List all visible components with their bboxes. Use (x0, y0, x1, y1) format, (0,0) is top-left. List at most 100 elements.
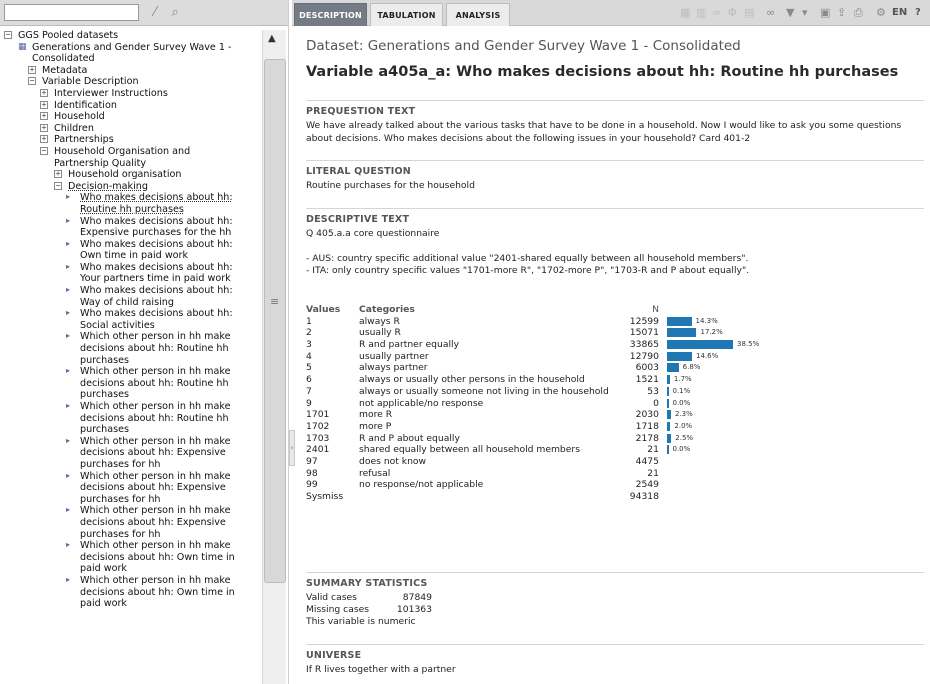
tree-node-variable-description[interactable]: − Variable Description (28, 76, 262, 88)
tab-description[interactable]: DESCRIPTION (294, 3, 367, 26)
tree-variable-item[interactable]: ▸ Which other person in hh make decisions… (66, 540, 246, 575)
tree-node-group[interactable]: + Identification (40, 100, 262, 112)
percent-label: 38.5% (737, 340, 760, 349)
value-code: 4 (306, 350, 312, 362)
expand-icon[interactable]: + (40, 112, 48, 121)
tab-bar: DESCRIPTION TABULATION ANALYSIS ▦ ▥ ∞ Φ … (292, 0, 930, 26)
tree-node-dataset[interactable]: ▦ Generations and Gender Survey Wave 1 -… (18, 42, 262, 65)
tree-variable-item[interactable]: ▸ Which other person in hh make decisions… (66, 505, 246, 540)
search-input[interactable] (4, 4, 139, 21)
variable-icon: ▸ (66, 505, 71, 515)
tree-variable-item[interactable]: ▸ Who makes decisions about hh: Social ac… (66, 308, 251, 331)
clear-search-icon[interactable]: ⁄ (147, 5, 163, 21)
pane-splitter[interactable]: ‹ (289, 430, 295, 466)
tree-variable-item[interactable]: ▸ Which other person in hh make decisions… (66, 436, 246, 471)
category-label: not applicable/no response (359, 397, 484, 409)
value-code: 2 (306, 327, 312, 339)
tree-node-group[interactable]: + Partnerships (40, 134, 262, 146)
variable-icon: ▸ (66, 401, 71, 410)
scrollbar-thumb[interactable] (264, 59, 286, 583)
dataset-title: Dataset: Generations and Gender Survey W… (306, 38, 741, 54)
frequency-count: 15071 (629, 327, 659, 339)
literal-question-section: LITERAL QUESTION Routine purchases for t… (306, 160, 924, 193)
category-label: no response/not applicable (359, 479, 484, 491)
grid-icon[interactable]: ▦ (680, 5, 690, 21)
tree-variable-item[interactable]: ▸ Who makes decisions about hh: Expensive… (66, 216, 251, 239)
binoculars-icon[interactable]: ∞ (766, 5, 775, 21)
help-button[interactable]: ? (915, 5, 921, 21)
category-label: more P (359, 420, 392, 432)
table-row: 98 refusal 21 (306, 468, 726, 480)
weight-icon[interactable]: Φ (728, 5, 737, 21)
link-icon[interactable]: ∞ (712, 5, 721, 21)
tree-variable-item[interactable]: ▸ Which other person in hh make decisions… (66, 366, 246, 401)
tree-variable-item[interactable]: ▸ Which other person in hh make decisions… (66, 401, 246, 436)
tree-variable-item[interactable]: ▸ Which other person in hh make decisions… (66, 471, 246, 506)
tree-variable-item[interactable]: ▸ Who makes decisions about hh: Way of ch… (66, 285, 251, 308)
tree-node-root[interactable]: − GGS Pooled datasets (4, 30, 262, 42)
section-heading: SUMMARY STATISTICS (306, 578, 428, 589)
frequency-count: 1718 (635, 420, 659, 432)
stat-row: Valid cases 87849 (306, 592, 432, 603)
tree-node-metadata[interactable]: + Metadata (28, 65, 262, 77)
variable-icon: ▸ (66, 192, 71, 202)
search-icon[interactable]: ⌕ (167, 5, 183, 21)
tree-variable-item[interactable]: ▸ Who makes decisions about hh: Routine h… (66, 192, 251, 215)
collapse-icon[interactable]: − (40, 146, 48, 155)
variable-icon: ▸ (66, 540, 71, 550)
category-label: shared equally between all household mem… (359, 444, 580, 456)
value-code: 3 (306, 339, 312, 351)
tree-node-group[interactable]: + Interviewer Instructions (40, 88, 262, 100)
language-selector[interactable]: EN (892, 5, 907, 21)
expand-icon[interactable]: + (28, 65, 36, 74)
tree-node-hh-organisation[interactable]: − Household Organisation and Partnership … (40, 146, 240, 169)
category-label: does not know (359, 455, 427, 467)
expand-icon[interactable]: + (40, 88, 48, 97)
frequency-count: 12790 (629, 350, 659, 362)
tree-variable-item[interactable]: ▸ Who makes decisions about hh: Own time … (66, 239, 251, 262)
print-icon[interactable]: ⎙ (854, 5, 863, 21)
tab-analysis[interactable]: ANALYSIS (446, 3, 510, 26)
tree-variable-item[interactable]: ▸ Which other person in hh make decisions… (66, 575, 246, 610)
save-icon[interactable]: ▣ (820, 5, 830, 21)
value-code: 1 (306, 315, 312, 327)
frequency-count: 1521 (635, 374, 659, 386)
expand-icon[interactable]: + (40, 123, 48, 132)
chart-icon[interactable]: ▥ (696, 5, 706, 21)
expand-icon[interactable]: + (40, 100, 48, 109)
expand-icon[interactable]: + (40, 135, 48, 144)
tree-scrollbar[interactable]: ▲ ≡ (262, 30, 286, 684)
tree-variable-item[interactable]: ▸ Which other person in hh make decisions… (66, 331, 246, 366)
table-row: 5 always partner 6003 6.8% (306, 362, 726, 374)
tree-node-hh-organisation-sub[interactable]: + Household organisation (54, 169, 262, 181)
frequency-bar (667, 433, 672, 443)
tree-node-decision-making[interactable]: − Decision-making (54, 181, 262, 193)
frequency-count: 53 (647, 385, 659, 397)
variable-title: Variable a405a_a: Who makes decisions ab… (306, 64, 899, 80)
percent-label: 14.6% (696, 351, 719, 360)
collapse-icon[interactable]: − (28, 77, 36, 86)
table-row: 2 usually R 15071 17.2% (306, 327, 726, 339)
descriptive-line: - AUS: country specific additional value… (306, 252, 749, 264)
value-code: 7 (306, 385, 312, 397)
dropdown-arrow-icon[interactable]: ▾ (802, 5, 808, 21)
collapse-icon[interactable]: − (4, 31, 12, 39)
search-bar: ⁄ ⌕ (0, 0, 288, 26)
options-icon[interactable]: ▤ (744, 5, 754, 21)
grip-icon: ≡ (270, 295, 280, 308)
settings-icon[interactable]: ⚙ (876, 5, 886, 21)
tab-tabulation[interactable]: TABULATION (370, 3, 443, 26)
tree-variable-item[interactable]: ▸ Who makes decisions about hh: Your part… (66, 262, 251, 285)
scroll-up-icon[interactable]: ▲ (268, 33, 276, 44)
tree-node-group[interactable]: + Household (40, 111, 262, 123)
percent-label: 17.2% (700, 328, 723, 337)
tree-node-group[interactable]: + Children (40, 123, 262, 135)
collapse-icon[interactable]: − (54, 181, 62, 190)
percent-label: 0.1% (672, 386, 691, 395)
table-row: 1701 more R 2030 2.3% (306, 409, 726, 421)
expand-icon[interactable]: + (54, 170, 62, 179)
value-code: 97 (306, 455, 318, 467)
percent-label: 2.3% (674, 410, 693, 419)
export-icon[interactable]: ⇪ (837, 5, 846, 21)
filter-icon[interactable]: ▼ (786, 5, 794, 21)
